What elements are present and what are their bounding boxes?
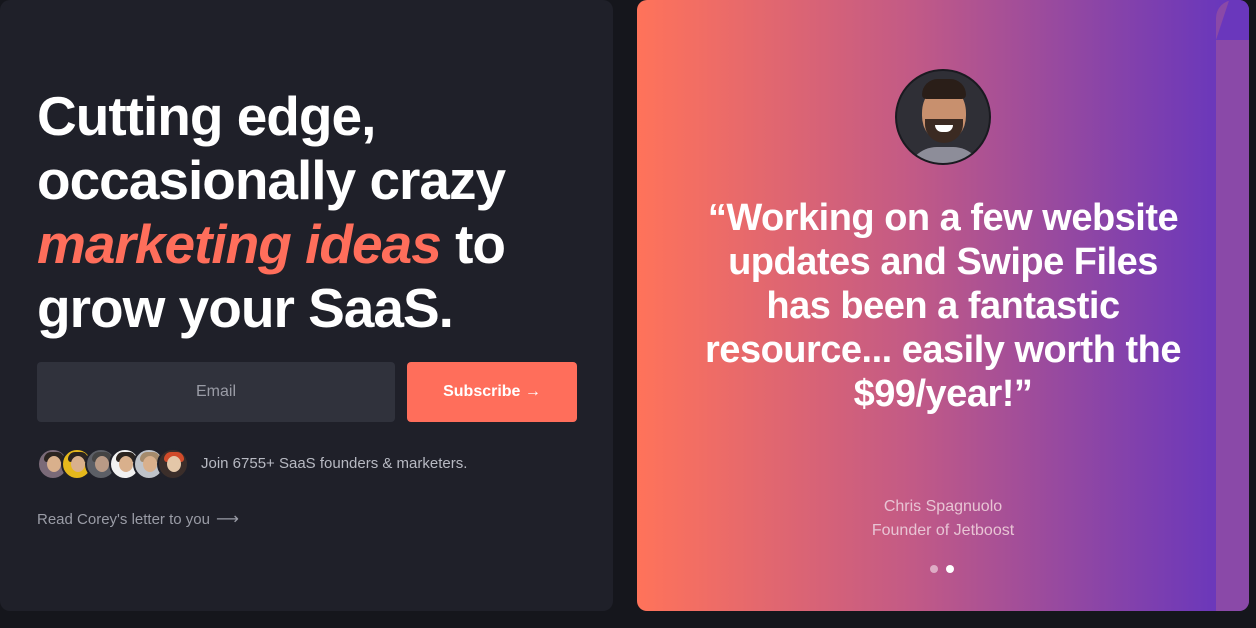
next-slide-peek bbox=[1216, 0, 1249, 611]
carousel-dot-2[interactable] bbox=[946, 565, 954, 573]
avatar-face bbox=[95, 456, 109, 472]
read-letter-label: Read Corey's letter to you bbox=[37, 510, 210, 528]
avatar-face bbox=[119, 456, 133, 472]
author-title: Founder of Jetboost bbox=[871, 522, 1015, 539]
join-count-text: Join 6755+ SaaS founders & marketers. bbox=[201, 455, 468, 472]
arrow-right-icon: ⟶ bbox=[215, 511, 239, 528]
avatar-shirt bbox=[907, 147, 983, 163]
read-letter-link[interactable]: Read Corey's letter to you ⟶ bbox=[37, 509, 239, 529]
headline-line-2: occasionally crazy bbox=[37, 149, 506, 211]
author-avatar bbox=[895, 69, 991, 165]
signup-card: Cutting edge, occasionally crazy marketing… bbox=[0, 0, 613, 611]
avatar-face bbox=[71, 456, 85, 472]
hero-headline: Cutting edge, occasionally crazy marketing… bbox=[37, 84, 597, 340]
testimonial-quote: “Working on a few website updates and Sw… bbox=[705, 197, 1181, 415]
avatar-face bbox=[167, 456, 181, 472]
subscribe-button[interactable]: Subscribe → bbox=[407, 362, 577, 422]
avatar-face bbox=[143, 456, 157, 472]
avatar-hair bbox=[922, 79, 966, 99]
avatar-face bbox=[47, 456, 61, 472]
headline-accent: marketing ideas bbox=[37, 213, 442, 275]
subscriber-avatar bbox=[157, 448, 189, 480]
headline-line-1: Cutting edge, bbox=[37, 85, 376, 147]
testimonial-card: “Working on a few website updates and Sw… bbox=[637, 0, 1249, 611]
subscriber-avatars bbox=[37, 448, 189, 481]
carousel-dots bbox=[930, 565, 954, 573]
author-name: Chris Spagnuolo bbox=[883, 498, 1003, 515]
email-input[interactable] bbox=[37, 362, 395, 422]
carousel-dot-1[interactable] bbox=[930, 565, 938, 573]
headline-after-accent: to bbox=[440, 213, 506, 275]
headline-line-4: grow your SaaS. bbox=[37, 277, 454, 339]
